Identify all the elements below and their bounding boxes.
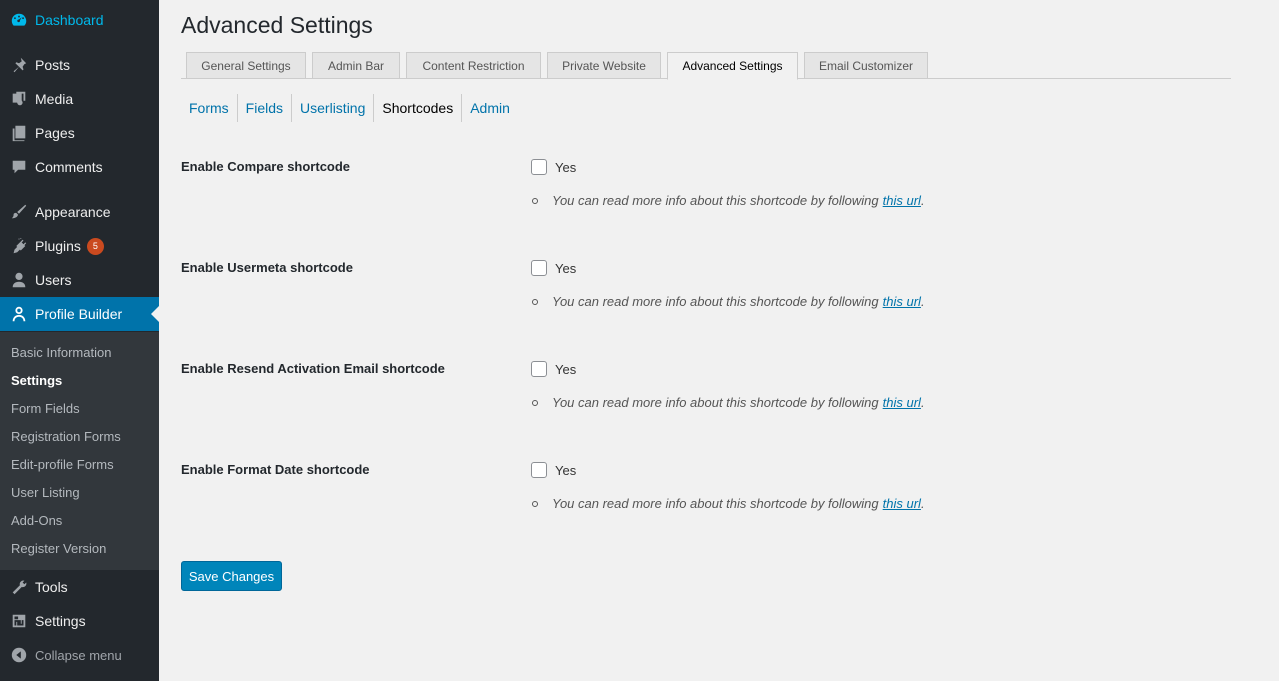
menu-media[interactable]: Media: [0, 82, 159, 116]
menu-profile-builder-label: Profile Builder: [35, 306, 123, 322]
submenu-settings[interactable]: Settings: [11, 373, 62, 388]
usermeta-shortcode-desc-text: You can read more info about this shortc…: [552, 294, 879, 309]
resend-activation-shortcode-label: Enable Resend Activation Email shortcode: [181, 361, 445, 376]
submenu-registration-forms[interactable]: Registration Forms: [11, 429, 121, 444]
menu-users-label: Users: [35, 272, 72, 288]
menu-posts[interactable]: Posts: [0, 48, 159, 82]
comment-icon: [0, 158, 35, 176]
menu-profile-builder[interactable]: Profile Builder: [0, 297, 159, 331]
menu-settings-label: Settings: [35, 613, 86, 629]
menu-tools[interactable]: Tools: [0, 570, 159, 604]
compare-shortcode-desc-text: You can read more info about this shortc…: [552, 193, 879, 208]
wrench-icon: [0, 578, 35, 596]
tab-general-settings[interactable]: General Settings: [186, 52, 306, 79]
format-date-shortcode-label: Enable Format Date shortcode: [181, 462, 370, 477]
bullet-icon: [532, 399, 538, 406]
subtab-fields[interactable]: Fields: [236, 94, 291, 122]
admin-sidebar: Dashboard Posts Media Pages Comments App…: [0, 0, 159, 681]
format-date-shortcode-checkbox[interactable]: [531, 462, 547, 478]
menu-dashboard[interactable]: Dashboard: [0, 3, 159, 37]
resend-activation-shortcode-link[interactable]: this url: [883, 395, 921, 410]
current-menu-arrow: [151, 306, 159, 322]
format-date-shortcode-desc-text: You can read more info about this shortc…: [552, 496, 879, 511]
collapse-menu-label: Collapse menu: [35, 647, 122, 663]
page-title: Advanced Settings: [181, 12, 373, 38]
user-icon: [0, 271, 35, 289]
menu-tools-label: Tools: [35, 579, 68, 595]
submenu-form-fields[interactable]: Form Fields: [11, 401, 80, 416]
bullet-icon: [532, 500, 538, 507]
pin-icon: [0, 56, 35, 74]
menu-appearance-label: Appearance: [35, 204, 111, 220]
submenu-basic-information[interactable]: Basic Information: [11, 345, 111, 360]
desc-period: .: [920, 193, 925, 208]
tab-content-restriction[interactable]: Content Restriction: [406, 52, 541, 79]
format-date-shortcode-option[interactable]: Yes: [531, 462, 576, 478]
menu-pages[interactable]: Pages: [0, 116, 159, 150]
subtab-shortcodes[interactable]: Shortcodes: [373, 94, 461, 122]
compare-shortcode-option[interactable]: Yes: [531, 159, 576, 175]
submenu-edit-profile-forms[interactable]: Edit-profile Forms: [11, 457, 114, 472]
submenu-add-ons[interactable]: Add-Ons: [11, 513, 62, 528]
menu-dashboard-label: Dashboard: [35, 12, 104, 28]
advanced-subtabs: Forms Fields Userlisting Shortcodes Admi…: [181, 94, 518, 122]
subtab-admin[interactable]: Admin: [461, 94, 518, 122]
resend-activation-shortcode-yes: Yes: [555, 361, 577, 377]
settings-tabs: General Settings Admin Bar Content Restr…: [181, 52, 1231, 80]
menu-plugins-label: Plugins: [35, 238, 81, 254]
resend-activation-shortcode-desc-text: You can read more info about this shortc…: [552, 395, 879, 410]
resend-activation-shortcode-description: You can read more info about this shortc…: [531, 395, 925, 410]
menu-comments[interactable]: Comments: [0, 150, 159, 184]
format-date-shortcode-link[interactable]: this url: [883, 496, 921, 511]
desc-period: .: [920, 294, 925, 309]
bullet-icon: [532, 197, 538, 204]
compare-shortcode-yes: Yes: [555, 159, 577, 175]
submenu-register-version[interactable]: Register Version: [11, 541, 106, 556]
desc-period: .: [920, 395, 925, 410]
format-date-shortcode-description: You can read more info about this shortc…: [531, 496, 925, 511]
format-date-shortcode-yes: Yes: [555, 462, 577, 478]
menu-settings[interactable]: Settings: [0, 604, 159, 638]
resend-activation-shortcode-option[interactable]: Yes: [531, 361, 576, 377]
compare-shortcode-description: You can read more info about this shortc…: [531, 193, 925, 208]
brush-icon: [0, 203, 35, 221]
profile-builder-submenu: Basic Information Settings Form Fields R…: [0, 332, 159, 570]
menu-plugins[interactable]: Plugins 5: [0, 229, 159, 263]
menu-comments-label: Comments: [35, 159, 103, 175]
compare-shortcode-checkbox[interactable]: [531, 159, 547, 175]
usermeta-shortcode-option[interactable]: Yes: [531, 260, 576, 276]
compare-shortcode-link[interactable]: this url: [883, 193, 921, 208]
submenu-user-listing[interactable]: User Listing: [11, 485, 80, 500]
pages-icon: [0, 124, 35, 142]
profile-icon: [0, 305, 35, 323]
media-icon: [0, 90, 35, 108]
bullet-icon: [532, 298, 538, 305]
tab-private-website[interactable]: Private Website: [547, 52, 661, 79]
menu-appearance[interactable]: Appearance: [0, 195, 159, 229]
tab-advanced-settings[interactable]: Advanced Settings: [667, 52, 798, 80]
menu-media-label: Media: [35, 91, 74, 107]
usermeta-shortcode-checkbox[interactable]: [531, 260, 547, 276]
menu-pages-label: Pages: [35, 125, 75, 141]
collapse-icon: [0, 646, 35, 664]
subtab-userlisting[interactable]: Userlisting: [291, 94, 373, 122]
collapse-menu-button[interactable]: Collapse menu: [0, 638, 159, 672]
desc-period: .: [920, 496, 925, 511]
compare-shortcode-label: Enable Compare shortcode: [181, 159, 351, 174]
resend-activation-shortcode-checkbox[interactable]: [531, 361, 547, 377]
plugins-update-badge: 5: [86, 237, 104, 255]
settings-icon: [0, 612, 35, 630]
dashboard-icon: [0, 11, 35, 29]
tab-admin-bar[interactable]: Admin Bar: [312, 52, 400, 79]
menu-users[interactable]: Users: [0, 263, 159, 297]
usermeta-shortcode-yes: Yes: [555, 260, 577, 276]
usermeta-shortcode-label: Enable Usermeta shortcode: [181, 260, 353, 275]
usermeta-shortcode-link[interactable]: this url: [883, 294, 921, 309]
subtab-forms[interactable]: Forms: [181, 94, 237, 122]
plug-icon: [0, 237, 35, 255]
menu-posts-label: Posts: [35, 57, 71, 73]
tab-email-customizer[interactable]: Email Customizer: [804, 52, 928, 79]
usermeta-shortcode-description: You can read more info about this shortc…: [531, 294, 925, 309]
save-changes-button[interactable]: Save Changes: [181, 561, 282, 591]
